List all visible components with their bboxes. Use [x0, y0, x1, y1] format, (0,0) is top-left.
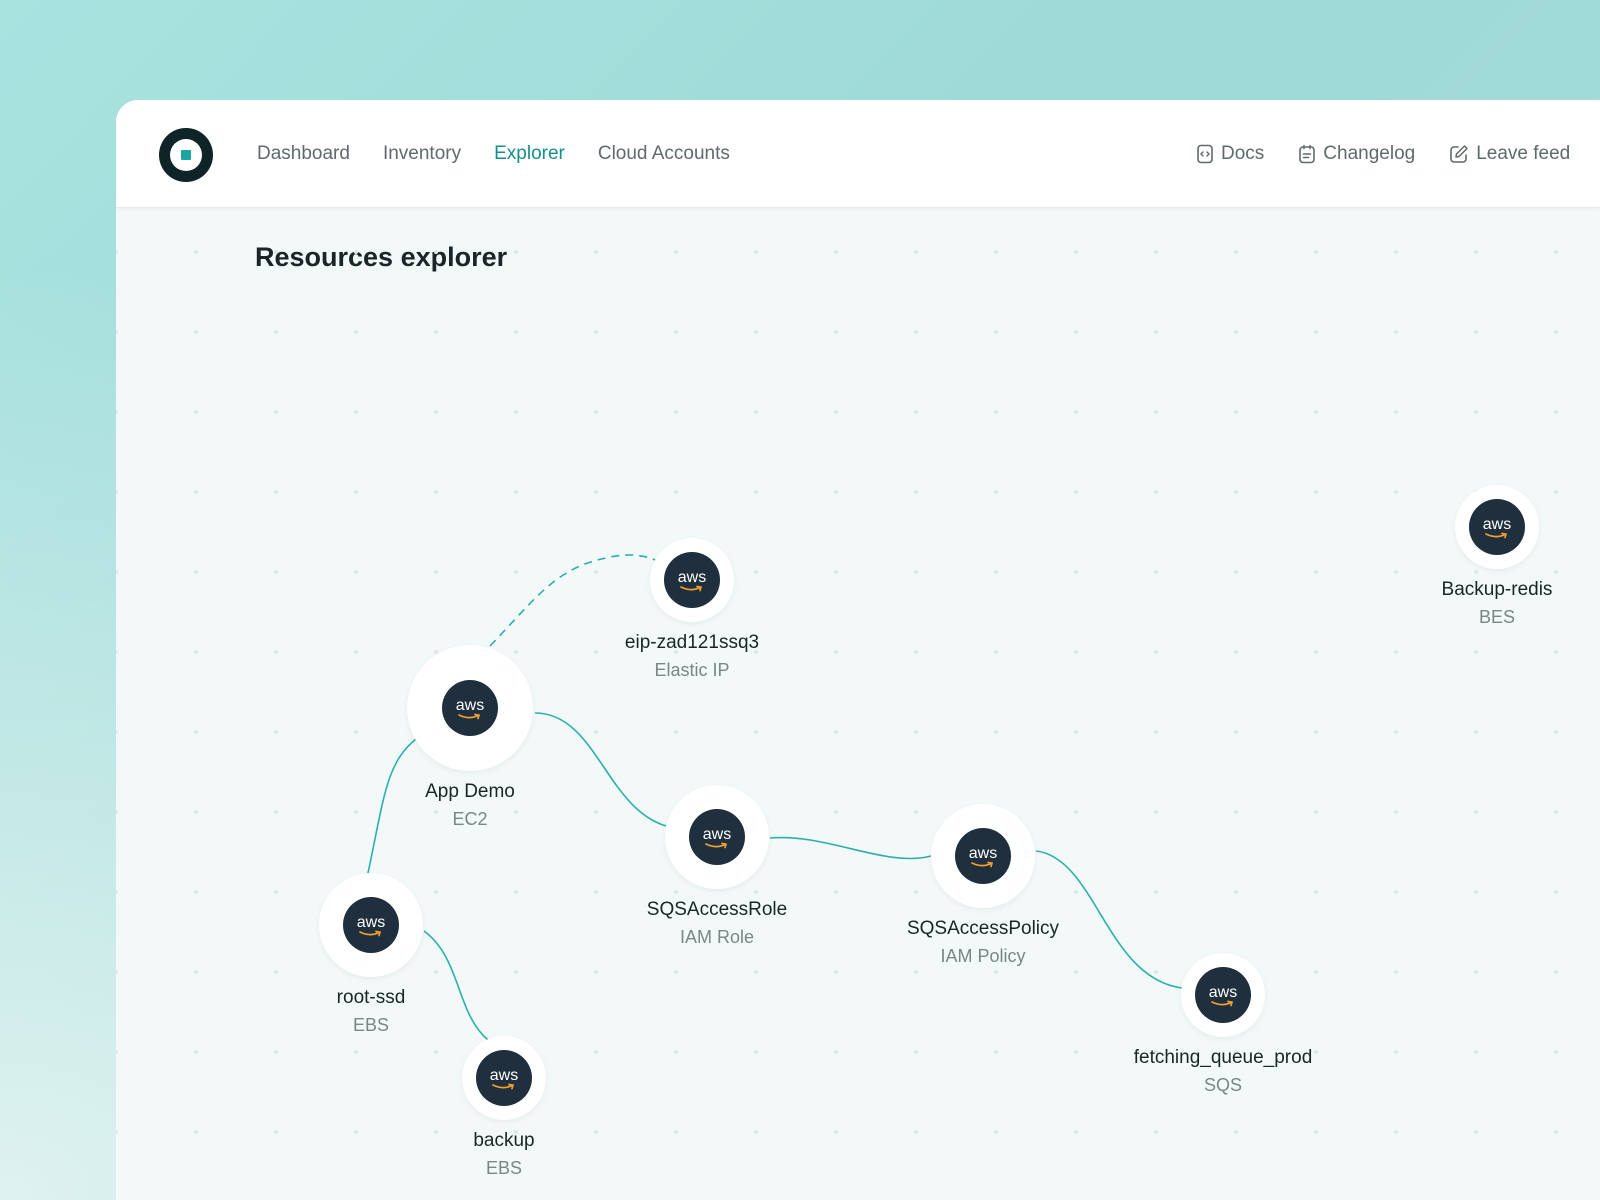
node-name: backup	[473, 1130, 535, 1151]
changelog-link[interactable]: Changelog	[1298, 143, 1415, 165]
nav-explorer[interactable]: Explorer	[494, 143, 565, 165]
node-type: EBS	[485, 1158, 523, 1178]
node-type: SQS	[1203, 1075, 1242, 1095]
aws-smile-icon	[680, 585, 703, 592]
nav-inventory[interactable]: Inventory	[383, 143, 461, 165]
node-type: IAM Role	[679, 927, 755, 947]
aws-logo-text: aws	[677, 569, 707, 586]
app-window: Dashboard Inventory Explorer Cloud Accou…	[116, 100, 1600, 1200]
node-type: EBS	[352, 1015, 390, 1035]
node-eip[interactable]: aws	[650, 538, 734, 622]
main-nav: Dashboard Inventory Explorer Cloud Accou…	[257, 100, 763, 208]
docs-icon	[1197, 144, 1213, 164]
aws-smile-icon	[458, 713, 481, 720]
node-name: App Demo	[425, 781, 515, 802]
node-app-demo[interactable]: aws	[407, 645, 533, 771]
nav-cloud-accounts[interactable]: Cloud Accounts	[598, 143, 730, 165]
aws-logo-icon: aws	[343, 897, 399, 953]
node-name: fetching_queue_prod	[1133, 1047, 1313, 1068]
top-navigation-bar: Dashboard Inventory Explorer Cloud Accou…	[116, 100, 1600, 208]
node-type: Elastic IP	[654, 660, 730, 680]
aws-logo-icon: aws	[476, 1050, 532, 1106]
aws-logo-icon: aws	[955, 828, 1011, 884]
aws-smile-icon	[492, 1083, 515, 1090]
node-name: SQSAccessPolicy	[906, 918, 1060, 939]
aws-smile-icon	[971, 861, 994, 868]
node-name: root-ssd	[336, 987, 406, 1008]
graph-edges	[367, 554, 1183, 1041]
edit-icon	[1450, 145, 1468, 163]
aws-logo-icon: aws	[1195, 967, 1251, 1023]
aws-logo-text: aws	[356, 914, 386, 931]
aws-logo-text: aws	[489, 1067, 519, 1084]
aws-logo-icon: aws	[664, 552, 720, 608]
node-name: eip-zad121ssq3	[624, 632, 760, 653]
node-name: Backup-redis	[1441, 579, 1553, 600]
aws-smile-icon	[359, 930, 382, 937]
aws-logo-text: aws	[702, 826, 732, 843]
aws-logo-text: aws	[1208, 984, 1238, 1001]
aws-logo-text: aws	[1482, 516, 1512, 533]
aws-smile-icon	[705, 842, 728, 849]
docs-link[interactable]: Docs	[1196, 143, 1264, 165]
aws-logo-icon: aws	[442, 680, 498, 736]
app-logo[interactable]	[159, 128, 213, 182]
node-root-ssd[interactable]: aws	[319, 873, 423, 977]
node-backup[interactable]: aws	[462, 1036, 546, 1120]
graph-canvas[interactable]: aws App Demo EC2 aws eip-zad121ssq3 Elastic I…	[116, 208, 1600, 1200]
nav-dashboard[interactable]: Dashboard	[257, 143, 350, 165]
node-name: SQSAccessRole	[646, 899, 788, 920]
node-backup-redis[interactable]: aws	[1455, 485, 1539, 569]
aws-logo-icon: aws	[689, 809, 745, 865]
changelog-icon	[1299, 144, 1316, 164]
node-sqs-role[interactable]: aws	[665, 785, 769, 889]
node-queue[interactable]: aws	[1181, 953, 1265, 1037]
node-type: BES	[1478, 607, 1516, 627]
node-sqs-policy[interactable]: aws	[931, 804, 1035, 908]
feedback-link[interactable]: Leave feed	[1449, 143, 1570, 165]
aws-smile-icon	[1211, 1000, 1234, 1007]
aws-logo-text: aws	[968, 845, 998, 862]
aws-smile-icon	[1485, 532, 1508, 539]
aws-logo-text: aws	[455, 697, 485, 714]
node-type: IAM Policy	[940, 946, 1026, 966]
edge-sqs-role-to-sqs-policy	[769, 836, 932, 860]
docs-link-label: Docs	[1221, 143, 1265, 164]
changelog-link-label: Changelog	[1323, 143, 1416, 164]
feedback-link-label: Leave feed	[1476, 143, 1571, 164]
header-links: Docs Changelog Leave feed	[1196, 100, 1600, 208]
edge-app-demo-to-root-ssd	[367, 738, 417, 874]
aws-logo-icon: aws	[1469, 499, 1525, 555]
node-type: EC2	[452, 809, 488, 829]
